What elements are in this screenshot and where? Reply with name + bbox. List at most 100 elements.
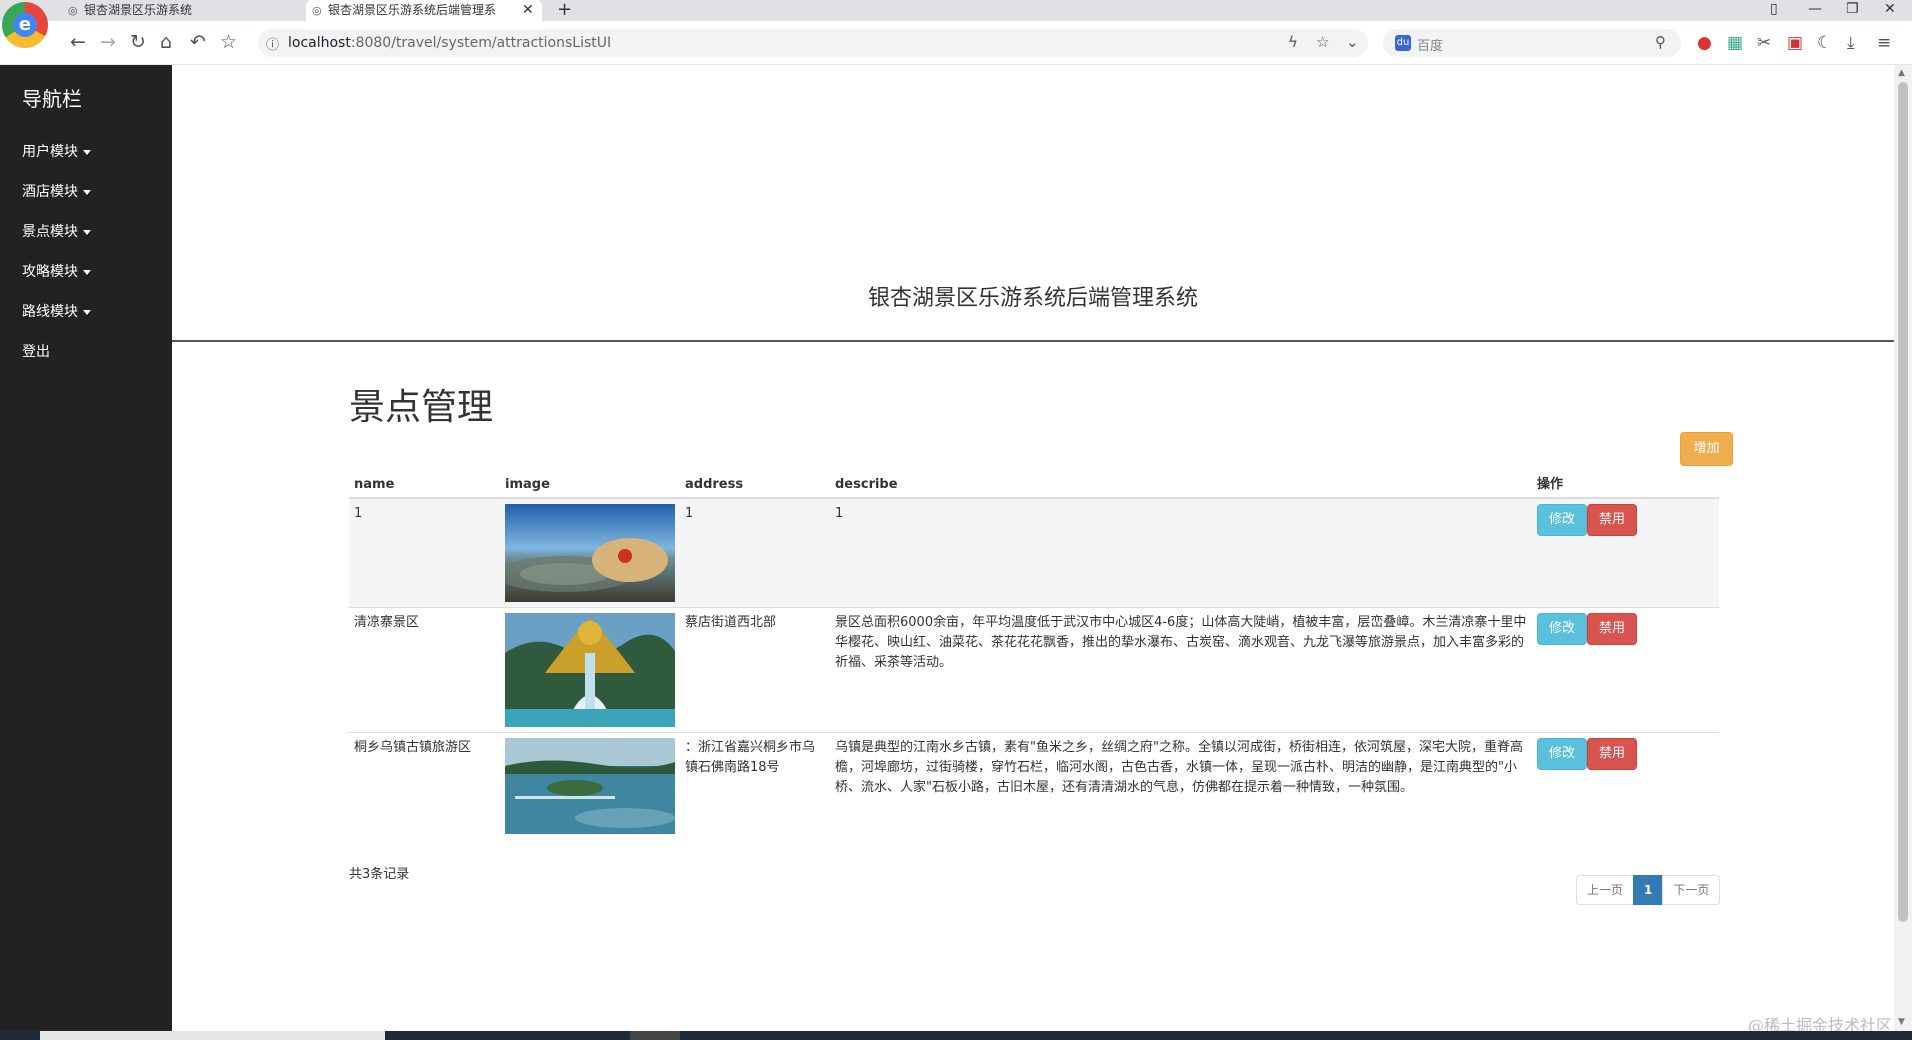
- attraction-photo-dragon-fountain: [505, 613, 675, 727]
- edit-button[interactable]: 修改: [1537, 504, 1588, 536]
- sidebar-item-guides[interactable]: 攻略模块: [22, 261, 91, 281]
- back-arrow-icon[interactable]: ←: [70, 30, 86, 54]
- undo-close-tab-icon[interactable]: ↶: [190, 30, 206, 54]
- column-header-image: image: [500, 468, 680, 499]
- baidu-logo-icon: du: [1395, 35, 1411, 51]
- os-taskbar: [0, 1031, 1912, 1040]
- caret-down-icon: [83, 149, 91, 155]
- browser-tab-1[interactable]: ◎ 银杏湖景区乐游系统: [62, 0, 302, 21]
- column-header-describe: describe: [830, 468, 1532, 499]
- weibo-extension-icon[interactable]: ●: [1697, 31, 1712, 55]
- attractions-table: name image address describe 操作 1 1 1 修改 …: [349, 468, 1719, 839]
- search-placeholder: 百度: [1417, 39, 1444, 54]
- browser-tab-2[interactable]: ◎ 银杏湖景区乐游系统后端管理系: [306, 0, 542, 21]
- bookmark-star-icon[interactable]: ☆: [1316, 33, 1329, 51]
- lightning-icon[interactable]: ϟ: [1288, 33, 1298, 51]
- sidebar-item-logout[interactable]: 登出: [22, 341, 50, 361]
- table-row: 1 1 1 修改 禁用: [349, 497, 1719, 608]
- cell-name: 1: [349, 497, 500, 608]
- attraction-photo-lake-island: [505, 738, 675, 834]
- window-close-icon[interactable]: ✕: [1884, 0, 1896, 19]
- cell-name: 清凉寨景区: [349, 607, 500, 733]
- column-header-address: address: [680, 468, 830, 499]
- cell-actions: 修改 禁用: [1532, 497, 1719, 608]
- record-count: 共3条记录: [349, 867, 410, 882]
- cell-address: 1: [680, 497, 830, 608]
- cell-image: [500, 497, 680, 608]
- scissors-icon[interactable]: ✂: [1757, 31, 1771, 55]
- cell-address: ：浙江省嘉兴桐乡市乌镇石佛南路18号: [680, 732, 830, 839]
- address-toolbar: ← → ↻ ⌂ ↶ ☆ ⓘ localhost:8080/travel/syst…: [0, 21, 1912, 65]
- attraction-photo-sunset-lake-rock: [505, 504, 675, 602]
- favorite-star-icon[interactable]: ☆: [220, 30, 237, 54]
- pdf-extension-icon[interactable]: ▣: [1787, 31, 1803, 55]
- cell-address: 蔡店街道西北部: [680, 607, 830, 733]
- caret-down-icon: [83, 269, 91, 275]
- disable-button[interactable]: 禁用: [1587, 504, 1638, 536]
- cell-describe: 景区总面积6000余亩，年平均温度低于武汉市中心城区4-6度；山体高大陡峭，植被…: [830, 607, 1532, 733]
- caret-down-icon: [83, 229, 91, 235]
- caret-down-icon: [83, 189, 91, 195]
- apps-grid-icon[interactable]: ▦: [1727, 31, 1743, 55]
- sidebar-item-attractions[interactable]: 景点模块: [22, 221, 91, 241]
- caret-down-icon: [83, 309, 91, 315]
- pagination: 上一页 1 下一页: [1576, 875, 1721, 905]
- taskbar-item[interactable]: [630, 1031, 680, 1040]
- cell-describe: 乌镇是典型的江南水乡古镇，素有"鱼米之乡，丝绸之府"之称。全镇以河成街，桥街相连…: [830, 732, 1532, 839]
- column-header-name: name: [349, 468, 500, 499]
- sidebar-nav: 导航栏 用户模块 酒店模块 景点模块 攻略模块 路线模块 登出: [0, 65, 172, 1031]
- menu-icon[interactable]: ≡: [1877, 31, 1891, 55]
- close-tab-icon[interactable]: ✕: [522, 0, 534, 20]
- scroll-down-arrow-icon[interactable]: ▼: [1898, 1017, 1905, 1027]
- next-page-button[interactable]: 下一页: [1662, 875, 1721, 905]
- page-favicon-icon: ◎: [312, 4, 322, 17]
- browser-logo-icon[interactable]: e: [2, 2, 48, 48]
- edit-button[interactable]: 修改: [1537, 613, 1588, 645]
- disable-button[interactable]: 禁用: [1587, 613, 1638, 645]
- chevron-down-icon[interactable]: ⌄: [1346, 33, 1359, 51]
- window-tile-icon[interactable]: ▯: [1770, 0, 1778, 19]
- site-info-icon[interactable]: ⓘ: [266, 34, 279, 53]
- taskbar-item[interactable]: [40, 1031, 385, 1040]
- table-row: 桐乡乌镇古镇旅游区 ：浙江省嘉兴桐乡市乌镇石佛南路18号 乌镇是典型的江南水乡古…: [349, 732, 1719, 839]
- search-engine-box[interactable]: du 百度 ⚲: [1383, 29, 1681, 57]
- page-1-button[interactable]: 1: [1633, 875, 1664, 905]
- window-restore-icon[interactable]: ❐: [1846, 0, 1859, 19]
- prev-page-button[interactable]: 上一页: [1576, 875, 1635, 905]
- table-row: 清凉寨景区 蔡店街道西北部 景区总面积6000余亩，年平均温度低于武汉市中心城区…: [349, 607, 1719, 733]
- cell-describe: 1: [830, 497, 1532, 608]
- browser-tab-strip: ◎ 银杏湖景区乐游系统 ◎ 银杏湖景区乐游系统后端管理系 ✕ + ▯ — ❐ ✕: [0, 0, 1912, 21]
- add-attraction-button[interactable]: 增加: [1680, 432, 1733, 466]
- disable-button[interactable]: 禁用: [1587, 738, 1638, 770]
- cell-name: 桐乡乌镇古镇旅游区: [349, 732, 500, 839]
- download-icon[interactable]: ⤓: [1847, 31, 1855, 55]
- table-header-row: name image address describe 操作: [349, 468, 1719, 499]
- reload-icon[interactable]: ↻: [130, 30, 146, 54]
- new-tab-button[interactable]: +: [557, 0, 572, 19]
- cell-actions: 修改 禁用: [1532, 607, 1719, 733]
- edit-button[interactable]: 修改: [1537, 738, 1588, 770]
- page-favicon-icon: ◎: [68, 4, 78, 17]
- scroll-up-arrow-icon[interactable]: ▲: [1898, 68, 1905, 78]
- cell-actions: 修改 禁用: [1532, 732, 1719, 839]
- browser-tab-2-title: 银杏湖景区乐游系统后端管理系: [328, 3, 497, 17]
- forward-arrow-icon[interactable]: →: [100, 30, 116, 54]
- browser-tab-1-title: 银杏湖景区乐游系统: [84, 3, 193, 17]
- sidebar-item-routes[interactable]: 路线模块: [22, 301, 91, 321]
- sidebar-item-hotels[interactable]: 酒店模块: [22, 181, 91, 201]
- header-divider: [172, 340, 1894, 342]
- page-scrollbar[interactable]: ▲ ▼: [1894, 65, 1912, 1031]
- scroll-thumb[interactable]: [1898, 82, 1908, 922]
- url-text[interactable]: localhost:8080/travel/system/attractions…: [288, 35, 611, 51]
- home-icon[interactable]: ⌂: [160, 30, 172, 54]
- url-bar[interactable]: ⓘ localhost:8080/travel/system/attractio…: [258, 29, 1368, 57]
- cell-image: [500, 607, 680, 733]
- cell-image: [500, 732, 680, 839]
- night-mode-icon[interactable]: ☾: [1817, 31, 1832, 55]
- search-icon[interactable]: ⚲: [1655, 33, 1666, 51]
- sidebar-item-users[interactable]: 用户模块: [22, 141, 91, 161]
- sidebar-brand[interactable]: 导航栏: [22, 83, 82, 112]
- window-minimize-icon[interactable]: —: [1808, 0, 1822, 19]
- system-title: 银杏湖景区乐游系统后端管理系统: [867, 286, 1198, 311]
- page-title: 景点管理: [349, 387, 494, 428]
